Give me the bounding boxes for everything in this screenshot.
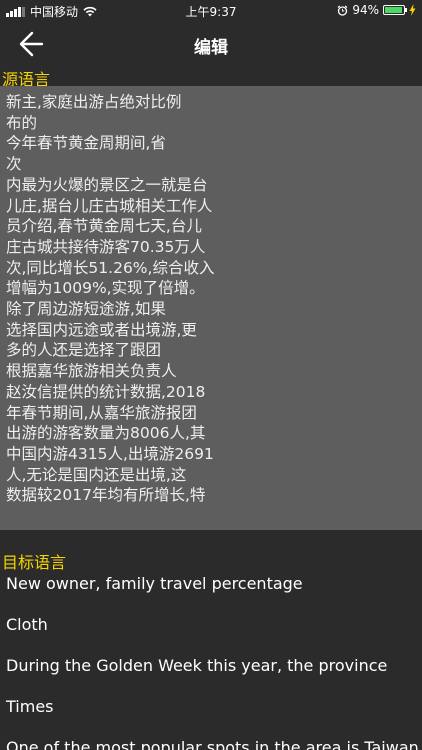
page-title: 编辑	[194, 38, 228, 58]
battery-percent: 94%	[352, 3, 379, 17]
target-text-line: Cloth	[6, 615, 48, 634]
target-text-line: During the Golden Week this year, the pr…	[6, 656, 388, 675]
source-text-line: 增幅为1009%,实现了倍增。	[6, 279, 205, 298]
battery-level-fill	[385, 7, 402, 13]
source-text-line: 新主,家庭出游占绝对比例	[6, 93, 182, 111]
edit-screen: 中国移动 上午9:37 94% 编辑 源语言 新主,家庭出游占绝对比例 布的 今…	[0, 0, 422, 750]
battery-icon	[383, 5, 407, 15]
status-bar: 中国移动 上午9:37 94%	[0, 0, 422, 22]
source-text-line: 儿庄,据台儿庄古城相关工作人	[6, 196, 213, 215]
source-text-line: 庄古城共接待游客70.35万人	[6, 237, 206, 256]
source-text-line: 次,同比增长51.26%,综合收入	[6, 258, 215, 277]
alarm-clock-icon	[337, 5, 348, 16]
source-text-line: 年春节期间,从嘉华旅游报团	[6, 403, 197, 422]
target-text-line: New owner, family travel percentage	[6, 574, 303, 593]
target-text-line: Times	[6, 697, 54, 716]
source-text-line: 员介绍,春节黄金周七天,台儿	[6, 217, 202, 236]
status-right: 94%	[337, 3, 416, 17]
source-text-line: 内最为火爆的景区之一就是台	[6, 175, 208, 194]
navigation-bar: 编辑	[0, 22, 422, 66]
source-text-line: 除了周边游短途游,如果	[6, 300, 166, 319]
target-text-view: New owner, family travel percentage Cloth…	[6, 570, 422, 750]
source-text-line: 数据较2017年均有所增长,特	[6, 486, 206, 505]
source-text-line: 多的人还是选择了跟团	[6, 341, 162, 360]
source-text-line: 次	[6, 155, 22, 174]
source-text-line: 布的	[6, 113, 38, 132]
target-text-line: One of the most popular spots in the are…	[6, 738, 419, 750]
source-text-editor[interactable]: 新主,家庭出游占绝对比例 布的今年春节黄金周期间,省次内最为火爆的景区之一就是台儿…	[0, 86, 422, 530]
source-text-line: 选择国内远途或者出境游,更	[6, 320, 197, 339]
source-text-line: 今年春节黄金周期间,省	[6, 134, 166, 153]
source-text-line: 中国内游4315人,出境游2691	[6, 444, 214, 463]
source-text-line: 人,无论是国内还是出境,这	[6, 465, 187, 484]
source-text-line: 出游的游客数量为8006人,其	[6, 424, 206, 443]
charging-bolt-icon	[409, 4, 416, 16]
source-text-line: 赵汝信提供的统计数据,2018	[6, 382, 206, 401]
source-text-line: 根据嘉华旅游相关负责人	[6, 362, 177, 381]
